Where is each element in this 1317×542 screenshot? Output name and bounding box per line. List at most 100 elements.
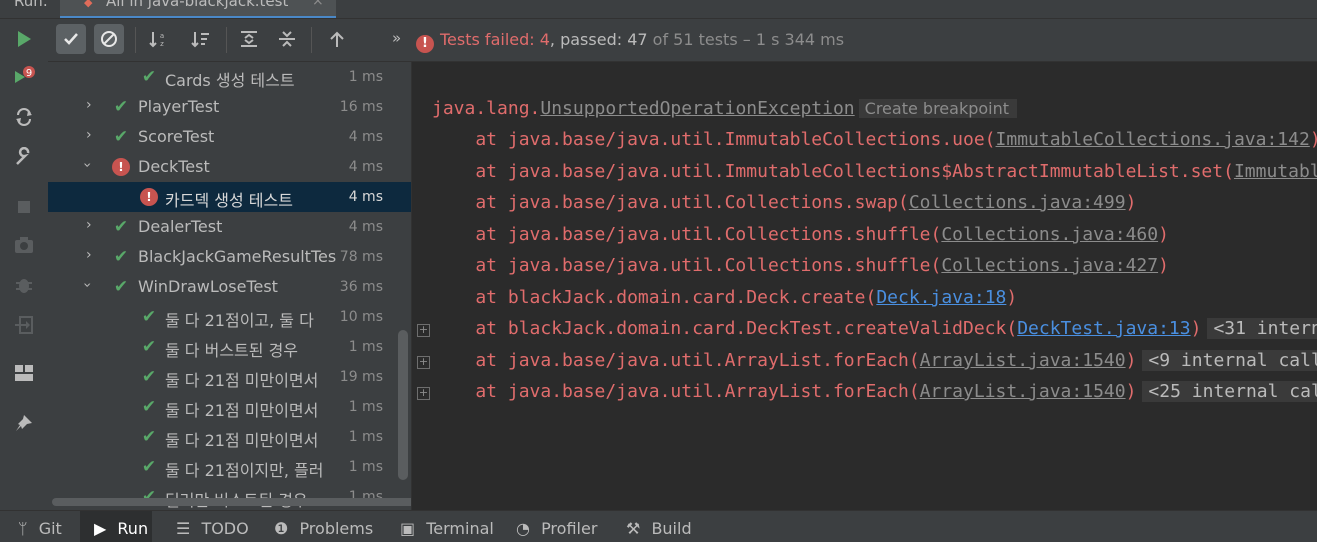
terminal-icon: ▣ <box>400 519 416 538</box>
stop-icon[interactable] <box>12 195 36 219</box>
expand-internal-calls-icon[interactable]: + <box>417 356 430 369</box>
frame-text: at blackJack.domain.card.DeckTest.create… <box>432 318 1018 339</box>
tree-row-deck-create-selected[interactable]: ! 카드덱 생성 테스트 4 ms <box>48 182 411 212</box>
folded-internal-calls[interactable]: <25 internal calls> <box>1142 381 1317 402</box>
tool-git[interactable]: ᛘ Git <box>18 519 62 538</box>
toggle-auto-test-icon[interactable] <box>12 105 36 129</box>
source-link[interactable]: Deck.java:18 <box>876 287 1006 308</box>
test-class-name: DeckTest <box>138 157 210 176</box>
sort-by-duration-button[interactable] <box>186 24 216 54</box>
frame-tail: ) <box>1125 192 1137 213</box>
test-duration: 36 ms <box>339 279 383 295</box>
rerun-icon[interactable] <box>12 27 36 51</box>
chevron-down-icon[interactable]: › <box>79 282 95 288</box>
source-link[interactable]: Collections.java:427 <box>941 255 1158 276</box>
tool-terminal[interactable]: ▣ Terminal <box>400 519 494 538</box>
create-breakpoint-hint[interactable]: Create breakpoint <box>858 99 1018 118</box>
previous-failed-button[interactable] <box>322 24 352 54</box>
camera-icon[interactable] <box>12 233 36 257</box>
tree-horizontal-scrollbar[interactable] <box>52 498 411 506</box>
show-ignored-toggle[interactable] <box>94 24 124 54</box>
console-output: java.lang.UnsupportedOperationException C… <box>412 62 1317 510</box>
hammer-icon: ⚒ <box>626 519 641 538</box>
wrench-icon[interactable] <box>12 145 36 169</box>
passed-check-icon: ✔ <box>141 397 157 417</box>
tree-row-playertest[interactable]: › ✔ PlayerTest 16 ms <box>48 92 411 122</box>
tool-todo[interactable]: ☰ TODO <box>176 519 249 538</box>
layout-icon[interactable] <box>12 361 36 385</box>
source-link[interactable]: ImmutableCollections.java:260 <box>1234 161 1317 182</box>
source-link[interactable]: ArrayList.java:1540 <box>920 350 1126 371</box>
tree-row-scoretest[interactable]: › ✔ ScoreTest 4 ms <box>48 122 411 152</box>
tree-row-both-under-21-a[interactable]: ✔ 둘 다 21점 미만이면서 19 ms <box>48 362 411 392</box>
chevron-right-icon[interactable]: › <box>86 247 92 263</box>
test-name: 둘 다 21점 미만이면서 <box>165 431 319 450</box>
debug-bug-icon[interactable] <box>12 273 36 297</box>
close-tab-icon[interactable]: × <box>312 0 324 9</box>
passed-check-icon: ✔ <box>113 127 129 147</box>
more-actions-chevron-icon[interactable]: » <box>392 29 401 47</box>
run-tab-all-tests[interactable]: ◆ All in java-blackjack.test × <box>60 0 336 18</box>
error-icon: ! <box>416 35 434 53</box>
stack-frame: at java.base/java.util.ArrayList.forEach… <box>432 350 1317 371</box>
run-tab-strip: Run: ◆ All in java-blackjack.test × <box>0 0 1317 19</box>
chevron-right-icon[interactable]: › <box>86 217 92 233</box>
passed-check-icon: ✔ <box>113 217 129 237</box>
source-link[interactable]: ArrayList.java:1540 <box>920 381 1126 402</box>
test-name: 둘 다 21점이고, 둘 다 <box>165 311 314 330</box>
tree-row-both-under-21-c[interactable]: ✔ 둘 다 21점 미만이면서 1 ms <box>48 422 411 452</box>
run-config-icon: ◆ <box>84 0 93 9</box>
tree-row-both-under-21-b[interactable]: ✔ 둘 다 21점 미만이면서 1 ms <box>48 392 411 422</box>
frame-text: at java.base/java.util.ImmutableCollecti… <box>432 129 996 150</box>
run-tab-title: All in java-blackjack.test <box>106 0 289 10</box>
source-link[interactable]: DeckTest.java:13 <box>1017 318 1190 339</box>
expand-all-button[interactable] <box>234 24 264 54</box>
tree-row-windrawlosetest[interactable]: › ✔ WinDrawLoseTest 36 ms <box>48 272 411 302</box>
frame-tail: ) <box>1158 224 1169 245</box>
test-toolbar: az » ! Tests failed: 4, passed: 47 of 51 … <box>48 19 1317 62</box>
test-duration: 1 ms <box>348 339 383 355</box>
frame-text: at java.base/java.util.Collections.shuff… <box>432 255 942 276</box>
source-link[interactable]: Collections.java:460 <box>941 224 1158 245</box>
source-link[interactable]: ImmutableCollections.java:142 <box>996 129 1310 150</box>
test-name: 카드덱 생성 테스트 <box>165 191 293 210</box>
tree-row-blackjackgameresulttest[interactable]: › ✔ BlackJackGameResultTes 78 ms <box>48 242 411 272</box>
stack-frame: at java.base/java.util.ArrayList.forEach… <box>432 381 1317 402</box>
tree-row-dealertest[interactable]: › ✔ DealerTest 4 ms <box>48 212 411 242</box>
tree-row-both-21[interactable]: ✔ 둘 다 21점이고, 둘 다 10 ms <box>48 302 411 332</box>
folded-internal-calls[interactable]: <9 internal calls> <box>1142 350 1317 371</box>
tree-row-cards-create[interactable]: ✔ Cards 생성 테스트 1 ms <box>48 62 411 92</box>
tool-run[interactable]: ▶ Run <box>94 519 148 538</box>
tool-problems[interactable]: ❶ Problems <box>274 519 373 538</box>
chevron-right-icon[interactable]: › <box>86 97 92 113</box>
tool-git-label: Git <box>38 519 62 538</box>
tests-passed-text: , passed: 47 <box>549 30 648 49</box>
tree-row-both-21-player[interactable]: ✔ 둘 다 21점이지만, 플러 1 ms <box>48 452 411 482</box>
expand-internal-calls-icon[interactable]: + <box>417 324 430 337</box>
test-duration: 1 ms <box>348 459 383 475</box>
chevron-down-icon[interactable]: › <box>79 162 95 168</box>
import-icon[interactable] <box>12 313 36 337</box>
passed-check-icon: ✔ <box>141 367 157 387</box>
tool-problems-label: Problems <box>299 519 374 538</box>
tool-build[interactable]: ⚒ Build <box>626 519 692 538</box>
pin-icon[interactable] <box>12 411 36 435</box>
tree-row-both-bust[interactable]: ✔ 둘 다 버스트된 경우 1 ms <box>48 332 411 362</box>
tool-profiler[interactable]: ◔ Profiler <box>516 519 597 538</box>
run-label: Run: <box>14 0 48 10</box>
svg-text:9: 9 <box>26 68 32 79</box>
list-icon: ☰ <box>176 519 191 538</box>
test-class-name: WinDrawLoseTest <box>138 277 278 296</box>
folded-internal-calls[interactable]: <31 internal calls> <box>1207 318 1317 339</box>
frame-tail: ) <box>1158 255 1169 276</box>
rerun-failed-icon[interactable]: 9 <box>12 65 36 89</box>
chevron-right-icon[interactable]: › <box>86 127 92 143</box>
tree-vertical-scrollbar[interactable] <box>398 330 408 480</box>
source-link[interactable]: Collections.java:499 <box>909 192 1126 213</box>
tree-row-decktest[interactable]: › ! DeckTest 4 ms <box>48 152 411 182</box>
collapse-all-button[interactable] <box>272 24 302 54</box>
sort-alphabetically-button[interactable]: az <box>144 24 174 54</box>
exception-class-link[interactable]: UnsupportedOperationException <box>540 98 854 119</box>
expand-internal-calls-icon[interactable]: + <box>417 387 430 400</box>
show-passed-toggle[interactable] <box>56 24 86 54</box>
